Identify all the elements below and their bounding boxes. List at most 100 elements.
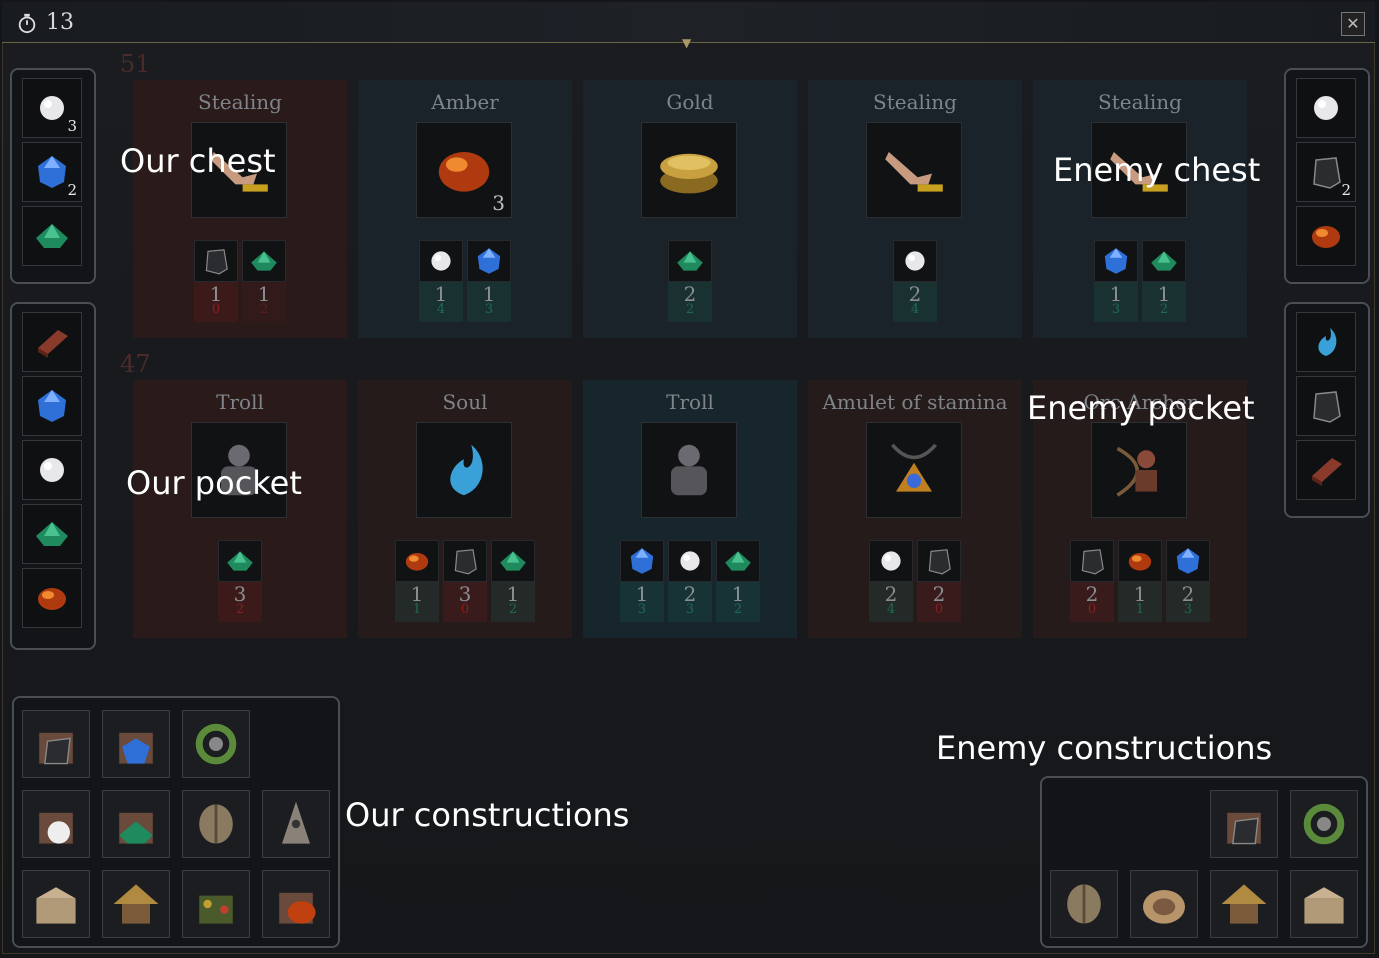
pearl-icon [680, 551, 700, 571]
wreath-icon [195, 723, 237, 765]
owned-amount: 4 [886, 602, 896, 617]
market-card[interactable]: Stealing 1 3 1 2 [1033, 80, 1247, 338]
owned-amount: 2 [733, 602, 743, 617]
emerald-icon [36, 522, 68, 546]
owned-amount: 2 [259, 302, 269, 317]
requirement-icon-box [1142, 240, 1186, 282]
construction-tile[interactable] [1050, 870, 1118, 938]
inventory-slot[interactable]: 3 [22, 78, 82, 138]
inventory-slot[interactable] [1296, 312, 1356, 372]
construction-tile[interactable] [22, 790, 90, 858]
requirement-counts: 13 [1094, 282, 1138, 322]
requirement-counts: 24 [869, 582, 913, 622]
requirement-icon-box [242, 240, 286, 282]
inventory-slot[interactable] [1296, 206, 1356, 266]
owned-amount: 4 [910, 302, 920, 317]
requirement-icon-box [419, 240, 463, 282]
pearl-icon [40, 458, 64, 482]
construction-tile[interactable] [182, 790, 250, 858]
card-requirements: 201123 [1033, 540, 1247, 622]
construction-tile[interactable] [102, 790, 170, 858]
inventory-slot[interactable] [22, 206, 82, 266]
card-picture [866, 422, 962, 518]
inventory-slot[interactable]: 2 [1296, 142, 1356, 202]
card-requirements: 2420 [808, 540, 1022, 622]
market-card[interactable]: Stealing 2 4 [808, 80, 1022, 338]
card-picture [416, 422, 512, 518]
card-picture: 3 [416, 122, 512, 218]
inventory-slot[interactable] [22, 568, 82, 628]
requirement: 24 [893, 240, 937, 322]
chevron-down-icon[interactable]: ▼ [682, 36, 691, 50]
sapphire-icon [38, 156, 66, 188]
emerald-icon [251, 251, 277, 271]
amber-icon [1128, 553, 1152, 571]
card-picture [866, 122, 962, 218]
requirement-counts: 14 [419, 282, 463, 322]
card-count: 3 [492, 191, 505, 215]
amber-icon [1312, 226, 1340, 248]
requirement: 12 [1142, 240, 1186, 322]
card-title: Stealing [873, 90, 957, 114]
inventory-slot[interactable]: 2 [22, 142, 82, 202]
market-card[interactable]: Stealing 1 0 1 2 [133, 80, 347, 338]
construction-tile[interactable] [1130, 870, 1198, 938]
coal-icon [1313, 157, 1341, 189]
emerald-icon [227, 551, 253, 571]
requirement: 24 [869, 540, 913, 622]
requirement-icon-box [194, 240, 238, 282]
market-card[interactable]: Gold 2 2 [583, 80, 797, 338]
owned-amount: 0 [934, 602, 944, 617]
construction-tile[interactable] [182, 710, 250, 778]
inventory-slot[interactable] [22, 312, 82, 372]
owned-amount: 2 [1159, 302, 1169, 317]
requirement-counts: 13 [620, 582, 664, 622]
timer-value: 13 [46, 10, 74, 35]
construction-tile[interactable] [102, 710, 170, 778]
inventory-slot[interactable] [22, 376, 82, 436]
construction-tile[interactable] [1290, 790, 1358, 858]
garden-icon [199, 895, 233, 924]
owned-amount: 1 [412, 602, 422, 617]
market-card[interactable]: Troll 3 2 [133, 380, 347, 638]
construction-tile[interactable] [1210, 870, 1278, 938]
construction-tile[interactable] [182, 870, 250, 938]
slot-count: 3 [67, 117, 77, 135]
construction-tile[interactable] [262, 870, 330, 938]
turn-timer: 13 [16, 10, 74, 35]
stopwatch-icon [18, 13, 36, 33]
market-card[interactable]: Amulet of stamina 2 4 2 0 [808, 380, 1022, 638]
enemy-pocket-label: Enemy pocket [1027, 389, 1255, 427]
enemy-chest-panel: 2 [1284, 68, 1370, 284]
requirement: 11 [1118, 540, 1162, 622]
coal-mine-icon [39, 732, 73, 765]
inventory-slot[interactable] [1296, 376, 1356, 436]
enemy-pocket-panel [1284, 302, 1370, 518]
construction-tile[interactable] [102, 870, 170, 938]
market-card[interactable]: Amber 3 1 4 1 3 [358, 80, 572, 338]
amber-icon [38, 588, 66, 610]
pearl-icon [905, 251, 925, 271]
owned-amount: 2 [235, 602, 245, 617]
inventory-slot[interactable] [1296, 440, 1356, 500]
inventory-slot[interactable] [22, 440, 82, 500]
construction-tile[interactable] [1290, 870, 1358, 938]
construction-tile[interactable] [22, 870, 90, 938]
card-picture [1091, 422, 1187, 518]
requirement: 12 [491, 540, 535, 622]
inventory-slot[interactable] [22, 504, 82, 564]
card-requirements: 1012 [133, 240, 347, 322]
requirement-icon-box [917, 540, 961, 582]
pearl-icon [431, 251, 451, 271]
construction-tile[interactable] [262, 790, 330, 858]
market-card[interactable]: Troll 1 3 2 3 1 2 [583, 380, 797, 638]
inventory-slot[interactable] [1296, 78, 1356, 138]
card-requirements: 1312 [1033, 240, 1247, 322]
sapphire-icon [1104, 248, 1128, 274]
market-card[interactable]: Soul 1 1 3 0 1 2 [358, 380, 572, 638]
requirement-counts: 20 [1070, 582, 1114, 622]
close-button[interactable]: ✕ [1341, 12, 1365, 36]
construction-tile[interactable] [22, 710, 90, 778]
slot-count: 2 [1341, 181, 1351, 199]
construction-tile[interactable] [1210, 790, 1278, 858]
